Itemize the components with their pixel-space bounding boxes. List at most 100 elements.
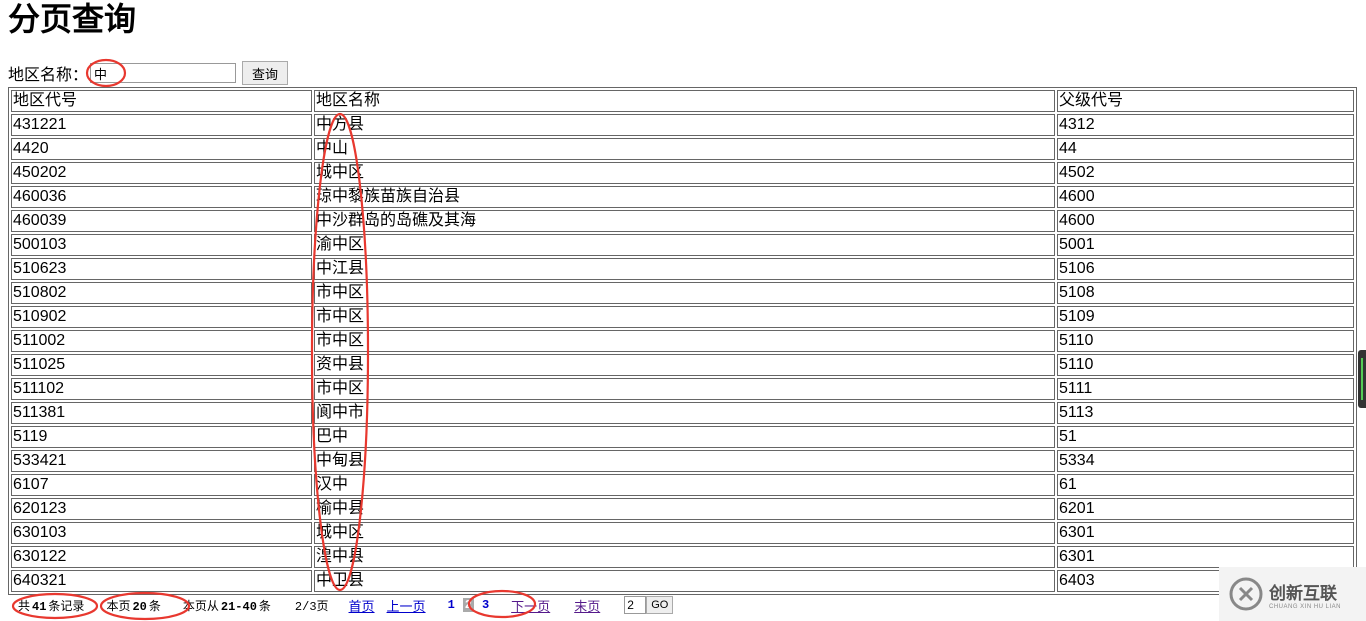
table-cell: 511102 <box>11 378 312 400</box>
table-cell: 460036 <box>11 186 312 208</box>
page-link-1[interactable]: 1 <box>448 598 455 612</box>
table-cell: 4420 <box>11 138 312 160</box>
pagination-bar: 共 41 条记录 本页 20 条 本页从 21-40 条 2/3页 首页 上一页 123 下… <box>18 595 674 615</box>
table-cell: 6301 <box>1057 522 1354 544</box>
table-cell: 渝中区 <box>314 234 1055 256</box>
table-row: 620123 榆中县 6201 <box>11 498 1354 520</box>
table-cell: 6201 <box>1057 498 1354 520</box>
page-number-list: 123 <box>440 598 498 612</box>
table-row: 511002 市中区 5110 <box>11 330 1354 352</box>
region-name-input[interactable] <box>90 63 237 83</box>
table-cell: 5111 <box>1057 378 1354 400</box>
table-cell: 中方县 <box>314 114 1055 136</box>
table-cell: 中山 <box>314 138 1055 160</box>
last-page-link[interactable]: 末页 <box>574 596 600 615</box>
column-header: 父级代号 <box>1057 90 1354 112</box>
table-row: 510623 中江县 5106 <box>11 258 1354 280</box>
table-cell: 4600 <box>1057 186 1354 208</box>
table-cell: 630103 <box>11 522 312 544</box>
table-cell: 620123 <box>11 498 312 520</box>
table-cell: 汉中 <box>314 474 1055 496</box>
table-cell: 5108 <box>1057 282 1354 304</box>
table-cell: 4312 <box>1057 114 1354 136</box>
table-cell: 中沙群岛的岛礁及其海 <box>314 210 1055 232</box>
table-cell: 431221 <box>11 114 312 136</box>
page-size: 本页 20 条 <box>106 599 161 614</box>
table-row: 460039 中沙群岛的岛礁及其海 4600 <box>11 210 1354 232</box>
table-cell: 资中县 <box>314 354 1055 376</box>
search-label: 地区名称： <box>8 67 89 84</box>
table-cell: 630122 <box>11 546 312 568</box>
table-cell: 市中区 <box>314 330 1055 352</box>
table-cell: 5001 <box>1057 234 1354 256</box>
results-table: 地区代号 地区名称 父级代号 431221 中方县 4312 4420 中山 44 450202 城… <box>8 87 1357 595</box>
table-row: 630103 城中区 6301 <box>11 522 1354 544</box>
table-header-row: 地区代号 地区名称 父级代号 <box>11 90 1354 112</box>
table-row: 450202 城中区 4502 <box>11 162 1354 184</box>
watermark-subtext: CHUANG XIN HU LIAN <box>1269 603 1342 610</box>
table-cell: 510902 <box>11 306 312 328</box>
table-cell: 511025 <box>11 354 312 376</box>
page-range: 本页从 21-40 条 <box>182 599 271 614</box>
table-cell: 450202 <box>11 162 312 184</box>
table-cell: 中卫县 <box>314 570 1055 592</box>
table-cell: 51 <box>1057 426 1354 448</box>
current-page: 2 <box>462 598 474 612</box>
table-cell: 6301 <box>1057 546 1354 568</box>
table-row: 4420 中山 44 <box>11 138 1354 160</box>
total-records: 共 41 条记录 <box>18 599 85 614</box>
table-cell: 510802 <box>11 282 312 304</box>
table-cell: 511002 <box>11 330 312 352</box>
table-row: 511025 资中县 5110 <box>11 354 1354 376</box>
table-cell: 5334 <box>1057 450 1354 472</box>
table-cell: 榆中县 <box>314 498 1055 520</box>
table-row: 510902 市中区 5109 <box>11 306 1354 328</box>
table-row: 6107 汉中 61 <box>11 474 1354 496</box>
watermark: 创新互联 CHUANG XIN HU LIAN <box>1219 567 1366 621</box>
table-cell: 巴中 <box>314 426 1055 448</box>
table-cell: 511381 <box>11 402 312 424</box>
watermark-text: 创新互联 <box>1269 583 1337 604</box>
table-cell: 城中区 <box>314 162 1055 184</box>
table-row: 510802 市中区 5108 <box>11 282 1354 304</box>
table-cell: 640321 <box>11 570 312 592</box>
table-row: 460036 琼中黎族苗族自治县 4600 <box>11 186 1354 208</box>
table-cell: 44 <box>1057 138 1354 160</box>
table-cell: 阆中市 <box>314 402 1055 424</box>
table-cell: 市中区 <box>314 378 1055 400</box>
table-cell: 533421 <box>11 450 312 472</box>
table-cell: 6107 <box>11 474 312 496</box>
table-row: 533421 中甸县 5334 <box>11 450 1354 472</box>
table-cell: 4502 <box>1057 162 1354 184</box>
column-header: 地区代号 <box>11 90 312 112</box>
table-cell: 市中区 <box>314 282 1055 304</box>
table-cell: 460039 <box>11 210 312 232</box>
table-cell: 4600 <box>1057 210 1354 232</box>
table-row: 500103 渝中区 5001 <box>11 234 1354 256</box>
goto-page-input[interactable] <box>624 596 647 614</box>
search-button[interactable]: 查询 <box>242 61 289 85</box>
table-cell: 5109 <box>1057 306 1354 328</box>
table-cell: 中江县 <box>314 258 1055 280</box>
table-row: 5119 巴中 51 <box>11 426 1354 448</box>
table-cell: 5110 <box>1057 354 1354 376</box>
table-cell: 500103 <box>11 234 312 256</box>
table-row: 511381 阆中市 5113 <box>11 402 1354 424</box>
scroll-indicator[interactable] <box>1358 350 1366 408</box>
next-page-link[interactable]: 下一页 <box>511 596 550 615</box>
first-page-link[interactable]: 首页 <box>349 596 375 615</box>
table-cell: 5113 <box>1057 402 1354 424</box>
table-row: 640321 中卫县 6403 <box>11 570 1354 592</box>
table-row: 431221 中方县 4312 <box>11 114 1354 136</box>
column-header: 地区名称 <box>314 90 1055 112</box>
brand-logo-icon <box>1229 577 1263 611</box>
table-cell: 湟中县 <box>314 546 1055 568</box>
table-cell: 5119 <box>11 426 312 448</box>
table-cell: 中甸县 <box>314 450 1055 472</box>
page-link-3[interactable]: 3 <box>482 598 489 612</box>
table-cell: 市中区 <box>314 306 1055 328</box>
prev-page-link[interactable]: 上一页 <box>387 596 426 615</box>
table-cell: 城中区 <box>314 522 1055 544</box>
go-button[interactable]: GO <box>646 596 674 614</box>
table-cell: 5110 <box>1057 330 1354 352</box>
